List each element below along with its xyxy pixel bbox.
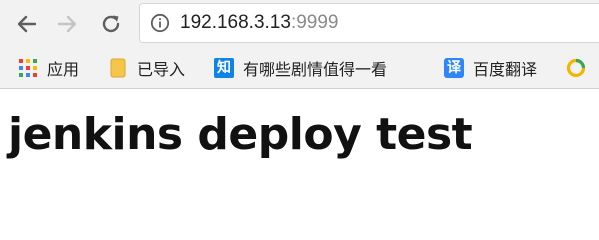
info-icon[interactable] <box>150 13 170 33</box>
url-text[interactable]: 192.168.3.13:9999 <box>180 12 339 34</box>
back-arrow-icon <box>17 15 37 33</box>
bookmark-label: 有哪些剧情值得一看 <box>243 60 388 79</box>
apps-grid-icon <box>18 58 38 78</box>
url-port: :9999 <box>290 12 339 33</box>
page-content: jenkins deploy test <box>0 89 599 239</box>
browser-toolbar: 192.168.3.13:9999 <box>0 0 599 48</box>
zhihu-icon: 知 <box>214 58 234 78</box>
folder-icon <box>108 58 128 78</box>
bookmark-folder-imported[interactable]: 已导入 <box>108 57 185 79</box>
zhihu-icon-glyph: 知 <box>217 60 231 76</box>
baidu-translate-icon: 译 <box>444 58 464 78</box>
address-bar[interactable]: 192.168.3.13:9999 <box>140 4 599 42</box>
bookmark-label: 百度翻译 <box>473 60 538 79</box>
bookmark-zhihu[interactable]: 知 有哪些剧情值得一看 <box>214 57 413 79</box>
bookmark-apps[interactable]: 应用 <box>18 57 79 79</box>
bookmark-label: 应用 <box>47 60 80 79</box>
baidu-translate-icon-glyph: 译 <box>447 60 461 76</box>
back-button[interactable] <box>12 9 42 39</box>
circle-logo-icon <box>566 58 586 78</box>
bookmark-circle-logo[interactable] <box>566 57 595 79</box>
url-host: 192.168.3.13 <box>180 12 291 33</box>
bookmark-baidu-translate[interactable]: 译 百度翻译 <box>444 57 537 79</box>
forward-arrow-icon <box>57 15 77 33</box>
bookmarks-bar: 应用 已导入 知 有哪些剧情值得一看 译 百度翻译 <box>0 48 599 89</box>
reload-button[interactable] <box>96 9 126 39</box>
reload-icon <box>102 15 120 33</box>
page-title: jenkins deploy test <box>8 109 473 160</box>
bookmark-label: 已导入 <box>137 60 186 79</box>
forward-button[interactable] <box>52 9 82 39</box>
